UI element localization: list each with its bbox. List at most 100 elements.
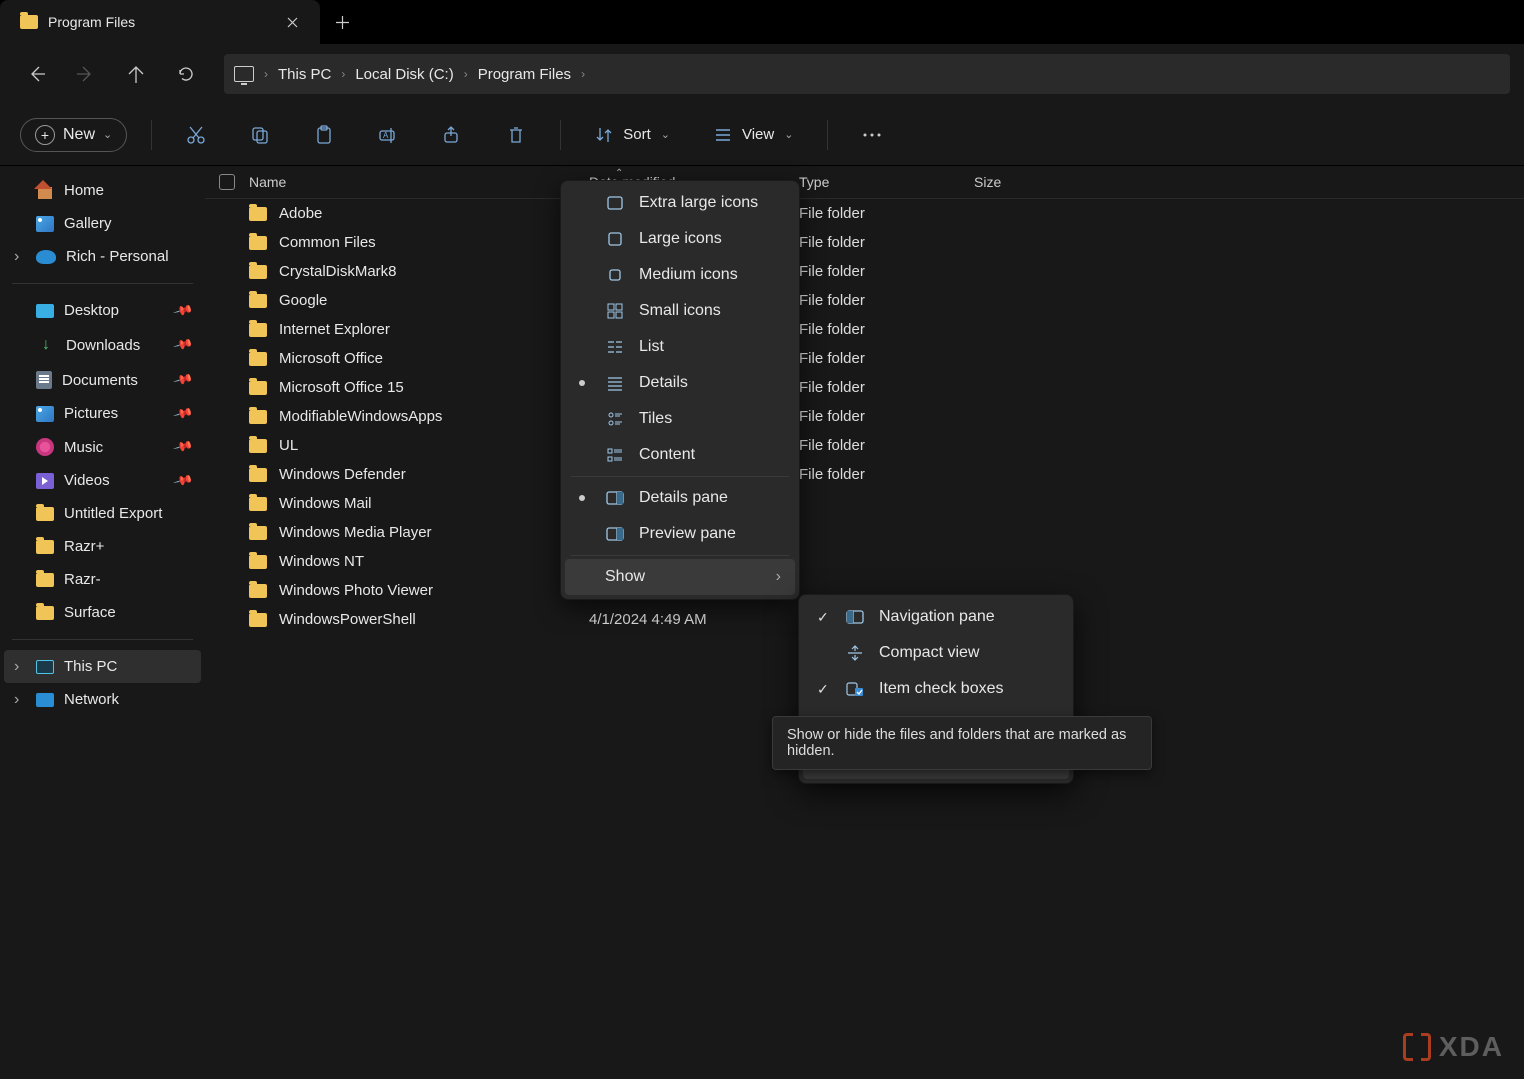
download-icon: ↓ (36, 335, 56, 355)
view-option-large-icons[interactable]: Large icons (565, 221, 795, 257)
show-option-navigation-pane[interactable]: ✓Navigation pane (803, 599, 1069, 635)
column-name[interactable]: Name ⌃ (219, 174, 589, 190)
sidebar-item-label: This PC (64, 658, 117, 675)
sidebar-item-gallery[interactable]: Gallery (4, 207, 201, 240)
view-label: View (742, 126, 774, 143)
menu-label: Preview pane (639, 525, 736, 543)
folder-icon (249, 323, 267, 337)
sidebar-item-home[interactable]: Home (4, 174, 201, 207)
folder-icon (249, 439, 267, 453)
view-option-list[interactable]: List (565, 329, 795, 365)
sidebar-item-videos[interactable]: Videos📌 (4, 464, 201, 497)
fold-icon (36, 606, 54, 620)
more-button[interactable] (852, 115, 892, 155)
sidebar-item-razr-[interactable]: Razr+ (4, 530, 201, 563)
new-button[interactable]: + New ⌄ (20, 118, 127, 152)
tab-program-files[interactable]: Program Files (0, 0, 320, 44)
menu-label: Item check boxes (879, 680, 1004, 698)
folder-row[interactable]: GoogleFile folder (205, 286, 1524, 315)
new-tab-button[interactable] (320, 0, 364, 44)
cut-button[interactable] (176, 115, 216, 155)
chevron-right-icon[interactable]: › (581, 67, 585, 81)
refresh-button[interactable] (164, 52, 208, 96)
close-tab-button[interactable] (284, 14, 300, 30)
forward-button[interactable] (64, 52, 108, 96)
folder-row[interactable]: CrystalDiskMark8File folder (205, 257, 1524, 286)
folder-row[interactable]: Windows Media Player6/19/2024 5:45 PM (205, 518, 1524, 547)
svg-text:A: A (383, 131, 389, 140)
toolbar: + New ⌄ A Sort ⌄ View ⌄ (0, 104, 1524, 166)
sidebar-item-documents[interactable]: Documents📌 (4, 363, 201, 397)
xda-watermark: XDA (1403, 1031, 1504, 1063)
folder-row[interactable]: Windows Mail (205, 489, 1524, 518)
separator (12, 639, 193, 640)
sidebar-item-label: Desktop (64, 302, 119, 319)
sidebar-item-desktop[interactable]: Desktop📌 (4, 294, 201, 327)
folder-row[interactable]: Internet ExplorerFile folder (205, 315, 1524, 344)
folder-icon (249, 265, 267, 279)
breadcrumb-program-files[interactable]: Program Files (478, 66, 571, 83)
sidebar-item-pictures[interactable]: Pictures📌 (4, 397, 201, 430)
chevron-down-icon: ⌄ (661, 128, 670, 141)
folder-row[interactable]: Windows NT4/1/2024 5:18 AM (205, 547, 1524, 576)
delete-button[interactable] (496, 115, 536, 155)
folder-name: Common Files (279, 234, 376, 251)
view-show-submenu[interactable]: Show› (565, 559, 795, 595)
pc-icon (234, 66, 254, 82)
back-button[interactable] (14, 52, 58, 96)
home-icon (36, 183, 54, 199)
folder-icon (249, 352, 267, 366)
view-button[interactable]: View ⌄ (704, 120, 803, 150)
sidebar-item-downloads[interactable]: ↓Downloads📌 (4, 327, 201, 363)
folder-row[interactable]: ModifiableWindowsAppsFile folder (205, 402, 1524, 431)
sm-icon (605, 303, 625, 319)
column-type[interactable]: Type (799, 174, 974, 190)
sidebar-item-untitled-export[interactable]: Untitled Export (4, 497, 201, 530)
folder-row[interactable]: Windows DefenderFile folder (205, 460, 1524, 489)
column-size[interactable]: Size (974, 174, 1510, 190)
show-option-item-check-boxes[interactable]: ✓Item check boxes (803, 671, 1069, 707)
show-option-compact-view[interactable]: Compact view (803, 635, 1069, 671)
folder-name: Windows NT (279, 553, 364, 570)
fold-icon (36, 507, 54, 521)
share-button[interactable] (432, 115, 472, 155)
view-option-details[interactable]: Details (565, 365, 795, 401)
view-pane-preview-pane[interactable]: Preview pane (565, 516, 795, 552)
breadcrumb-this-pc[interactable]: This PC (278, 66, 331, 83)
view-option-tiles[interactable]: Tiles (565, 401, 795, 437)
view-option-medium-icons[interactable]: Medium icons (565, 257, 795, 293)
selected-indicator (579, 495, 585, 501)
folder-row[interactable]: Microsoft OfficeFile folder (205, 344, 1524, 373)
sidebar-item-network[interactable]: Network (4, 683, 201, 716)
view-option-extra-large-icons[interactable]: Extra large icons (565, 185, 795, 221)
breadcrumb-local-disk[interactable]: Local Disk (C:) (355, 66, 453, 83)
sidebar-item-surface[interactable]: Surface (4, 596, 201, 629)
sidebar-item-razr-[interactable]: Razr- (4, 563, 201, 596)
view-pane-details-pane[interactable]: Details pane (565, 480, 795, 516)
folder-row[interactable]: AdobeFile folder (205, 199, 1524, 228)
folder-row[interactable]: Common FilesFile folder (205, 228, 1524, 257)
sort-button[interactable]: Sort ⌄ (585, 120, 680, 150)
sidebar-item-music[interactable]: Music📌 (4, 430, 201, 464)
chevron-right-icon[interactable]: › (341, 67, 345, 81)
view-option-content[interactable]: Content (565, 437, 795, 473)
folder-row[interactable]: ULFile folder (205, 431, 1524, 460)
folder-name: Internet Explorer (279, 321, 390, 338)
sidebar-item-label: Downloads (66, 337, 140, 354)
sidebar-item-rich-personal[interactable]: Rich - Personal (4, 240, 201, 273)
content-icon (605, 447, 625, 463)
select-all-checkbox[interactable] (219, 174, 235, 190)
sidebar-item-label: Gallery (64, 215, 112, 232)
address-bar[interactable]: › This PC › Local Disk (C:) › Program Fi… (224, 54, 1510, 94)
chevron-right-icon[interactable]: › (264, 67, 268, 81)
view-option-small-icons[interactable]: Small icons (565, 293, 795, 329)
up-button[interactable] (114, 52, 158, 96)
folder-row[interactable]: Microsoft Office 15File folder (205, 373, 1524, 402)
sidebar-item-label: Razr- (64, 571, 101, 588)
paste-button[interactable] (304, 115, 344, 155)
rename-button[interactable]: A (368, 115, 408, 155)
music-icon (36, 438, 54, 456)
copy-button[interactable] (240, 115, 280, 155)
chevron-right-icon[interactable]: › (464, 67, 468, 81)
sidebar-item-this-pc[interactable]: This PC (4, 650, 201, 683)
